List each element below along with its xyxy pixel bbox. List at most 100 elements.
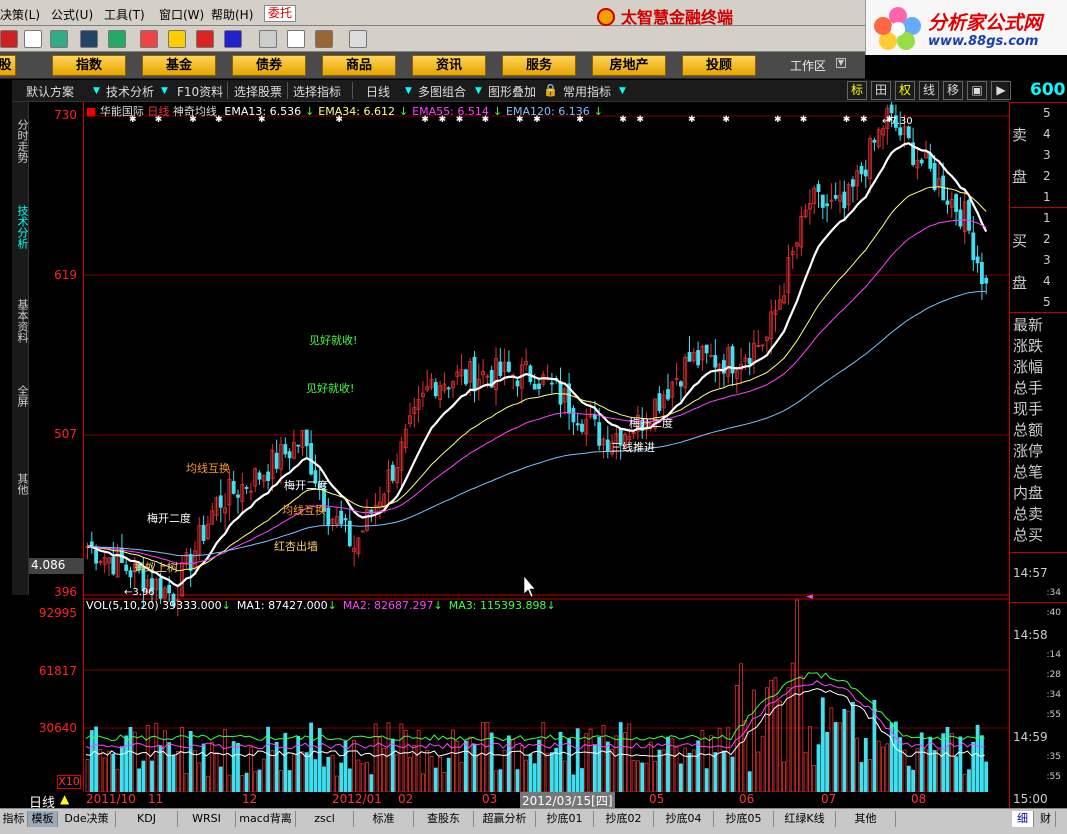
toolbar-icon-7[interactable] [168, 30, 186, 48]
indicator-tab[interactable]: macd背离 [236, 811, 296, 827]
indicator-tab[interactable]: Dde决策 [58, 811, 116, 827]
indicator-tab[interactable]: 查股东 [414, 811, 474, 827]
tab-next[interactable]: ▶ [991, 81, 1011, 100]
func-select-stock[interactable]: 选择股票 [234, 83, 282, 100]
left-tab-other[interactable]: 其他 [12, 464, 29, 504]
indicator-tab[interactable]: 标准 [354, 811, 414, 827]
volume-bar [433, 767, 438, 792]
nav-button-realestate[interactable]: 房地产 [592, 55, 666, 76]
tab-grid[interactable]: 田 [871, 81, 891, 100]
star-marker: ✱ [774, 115, 782, 125]
indicator-tab[interactable]: 财 [1036, 811, 1056, 827]
volume-bar [309, 722, 314, 792]
nav-button-bond[interactable]: 债券 [232, 55, 306, 76]
toolbar-icon-6[interactable] [140, 30, 158, 48]
indicator-tab[interactable]: 红绿K线 [774, 811, 836, 827]
volume-bar [171, 755, 176, 792]
indicator-tab[interactable]: 超赢分析 [474, 811, 536, 827]
menu-item-tools[interactable]: 工具(T) [104, 6, 145, 23]
func-tech-analysis[interactable]: 技术分析 [106, 83, 154, 100]
toolbar-icon-2[interactable] [24, 30, 42, 48]
indicator-tab[interactable]: 指标 [0, 811, 28, 827]
menu-item-window[interactable]: 窗口(W) [159, 6, 204, 23]
toolbar-icon-9[interactable] [224, 30, 242, 48]
toolbar-icon-1[interactable] [0, 30, 18, 48]
volume-bar [924, 749, 928, 792]
indicator-tab[interactable]: 其他 [836, 811, 896, 827]
kline-chart[interactable]: ✱ ✱ ✱ ✱ ✱ ✱ ✱ ✱ ✱ ✱ ✱ ✱ ✱ ✱ ✱ ✱ ✱ ✱ ✱ ✱ ✱ ✱见好就收!见好就收!均线互换梅开二度… [84, 102, 1009, 792]
tab-expand[interactable]: ▣ [967, 81, 987, 100]
binoculars-icon[interactable] [80, 30, 98, 48]
toolbar-icon-10[interactable] [259, 30, 277, 48]
func-f10[interactable]: F10资料 [177, 83, 223, 100]
toolbar-icon-3[interactable] [50, 30, 68, 48]
books-icon[interactable] [315, 30, 333, 48]
volume-bar [687, 752, 692, 792]
nav-button-index[interactable]: 指数 [52, 55, 126, 76]
dropdown-icon[interactable]: ▼ [405, 86, 412, 96]
tab-mark[interactable]: 标 [847, 81, 867, 100]
dropdown-icon[interactable]: ▼ [619, 86, 626, 96]
nav-bar: 股 指数 基金 债券 商品 资讯 服务 房地产 投顾 [0, 52, 865, 79]
volume-bar [885, 743, 890, 792]
indicator-tab[interactable]: WRSI [178, 811, 236, 827]
volume-bar [489, 732, 494, 792]
nav-button-service[interactable]: 服务 [502, 55, 576, 76]
tab-line[interactable]: 线 [919, 81, 939, 100]
brand-logo-icon [597, 8, 615, 26]
indicator-tab[interactable]: 抄底04 [654, 811, 714, 827]
help-pointer-icon[interactable] [349, 30, 367, 48]
indicator-tab[interactable]: zscl [296, 811, 354, 827]
toolbar-icon-11[interactable] [287, 30, 305, 48]
close-icon[interactable]: ■ [86, 105, 96, 118]
volume-bar [377, 737, 382, 792]
sell-label: 盘 [1012, 168, 1028, 186]
candle-body [433, 382, 438, 397]
func-period[interactable]: 日线 [366, 83, 390, 100]
func-default-scheme[interactable]: 默认方案 [26, 83, 74, 100]
lock-icon[interactable]: 🔒 [543, 83, 558, 97]
volume-bar [618, 722, 623, 792]
left-tab-fullscreen[interactable]: 全屏 [12, 376, 29, 416]
dropdown-icon[interactable]: ▼ [475, 86, 482, 96]
left-tab-intraday[interactable]: 分时走势 [12, 106, 29, 176]
nav-button-fund[interactable]: 基金 [142, 55, 216, 76]
nav-button-stock[interactable]: 股 [0, 55, 16, 76]
func-select-indicator[interactable]: 选择指标 [293, 83, 341, 100]
indicator-tab[interactable]: 模板 [28, 811, 58, 827]
nav-button-news[interactable]: 资讯 [412, 55, 486, 76]
toolbar-icon-8[interactable] [196, 30, 214, 48]
nav-button-commodity[interactable]: 商品 [322, 55, 396, 76]
tick-second: :28 [1046, 670, 1061, 680]
left-tab-basic[interactable]: 基本资料 [12, 286, 29, 356]
buy-level: 3 [1043, 253, 1051, 267]
candle-body [932, 163, 937, 191]
indicator-tab[interactable]: 细 [1012, 811, 1034, 827]
candle-body [958, 209, 963, 227]
workarea-collapse-icon[interactable]: ▼ [836, 58, 846, 68]
menu-item-help[interactable]: 帮助(H) [211, 6, 253, 23]
func-multi-chart[interactable]: 多图组合 [418, 83, 466, 100]
indicator-tab[interactable]: 抄底02 [594, 811, 654, 827]
menu-item-decision[interactable]: 决策(L) [0, 6, 40, 23]
indicator-tab[interactable]: 抄底05 [714, 811, 774, 827]
volume-bar [601, 724, 606, 792]
tab-trade[interactable]: 委托 [264, 5, 297, 22]
indicator-tab[interactable]: 抄底01 [536, 811, 594, 827]
func-common-indicator[interactable]: 常用指标 [563, 83, 611, 100]
candle-body [971, 232, 976, 261]
tab-move[interactable]: 移 [943, 81, 963, 100]
indicator-tab[interactable]: KDJ [116, 811, 178, 827]
dropdown-icon[interactable]: ▼ [161, 86, 168, 96]
tab-rights[interactable]: 权 [895, 81, 915, 100]
dropdown-icon[interactable]: ▼ [93, 86, 100, 96]
nav-button-advisor[interactable]: 投顾 [682, 55, 756, 76]
volume-bar [820, 697, 825, 792]
workarea-label[interactable]: 工作区 [790, 57, 826, 74]
volume-bar [184, 773, 189, 792]
func-overlay[interactable]: 图形叠加 [488, 83, 536, 100]
candle-body [188, 553, 193, 571]
toolbar-icon-5[interactable] [108, 30, 126, 48]
menu-item-formula[interactable]: 公式(U) [51, 6, 93, 23]
left-tab-tech[interactable]: 技术分析 [12, 192, 29, 262]
